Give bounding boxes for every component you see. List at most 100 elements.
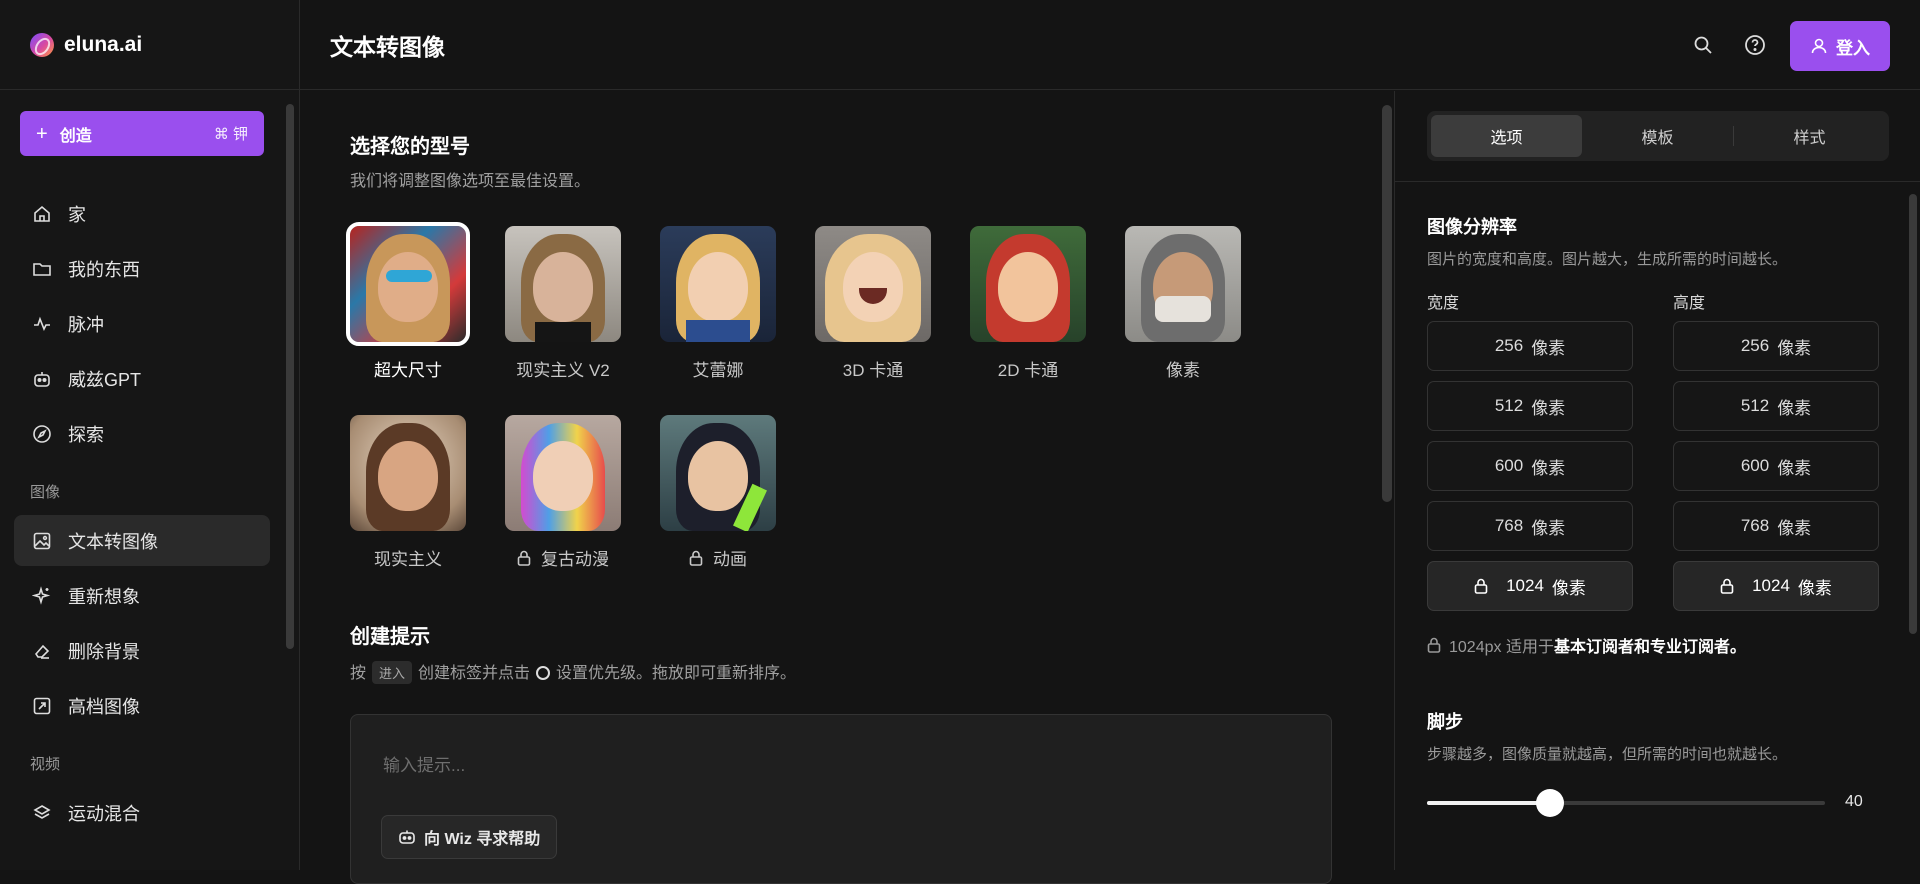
model-section-subtitle: 我们将调整图像选项至最佳设置。 bbox=[350, 173, 591, 190]
sidebar-item-home[interactable]: 家 bbox=[14, 188, 270, 239]
ask-wiz-button[interactable]: 向 Wiz 寻求帮助 bbox=[381, 815, 558, 859]
options-scrollbar[interactable] bbox=[1909, 194, 1917, 634]
sidebar-item-explore[interactable]: 探索 bbox=[14, 408, 270, 459]
model-label: 动画 bbox=[660, 545, 776, 570]
sidebar-item-my-stuff[interactable]: 我的东西 bbox=[14, 243, 270, 294]
pulse-icon bbox=[34, 316, 50, 331]
sidebar-item-motion-mix[interactable]: 运动混合 bbox=[14, 787, 270, 838]
prompt-input[interactable] bbox=[381, 755, 1281, 777]
option-unit: 像素 bbox=[1797, 578, 1832, 598]
model-card-retro-anime[interactable]: 复古动漫 bbox=[505, 415, 621, 570]
width-option-256[interactable]: 256 像素 bbox=[1427, 321, 1633, 371]
model-label: 现实主义 V2 bbox=[516, 361, 610, 380]
model-card-animation[interactable]: 动画 bbox=[660, 415, 776, 570]
steps-slider-thumb[interactable] bbox=[1536, 789, 1565, 817]
option-unit: 像素 bbox=[1531, 398, 1566, 418]
note-text: 1024px 适用于 bbox=[1449, 639, 1554, 656]
help-icon[interactable] bbox=[1744, 34, 1766, 56]
sidebar-item-pulse[interactable]: 脉冲 bbox=[14, 298, 270, 349]
model-thumbnail bbox=[505, 415, 621, 531]
login-button[interactable]: 登入 bbox=[1790, 21, 1890, 71]
model-label: 3D 卡通 bbox=[842, 361, 904, 380]
sidebar-item-wizgpt[interactable]: 威兹GPT bbox=[14, 353, 270, 404]
sidebar-item-text-to-image[interactable]: 文本转图像 bbox=[14, 515, 270, 566]
model-card-realism[interactable]: 现实主义 bbox=[350, 415, 466, 570]
option-value: 600 bbox=[1494, 456, 1524, 475]
steps-slider[interactable] bbox=[1427, 789, 1825, 817]
eraser-icon bbox=[34, 644, 50, 659]
tab-templates[interactable]: 模板 bbox=[1582, 115, 1733, 157]
sidebar-item-label: 探索 bbox=[68, 424, 104, 445]
model-card-elena[interactable]: 艾蕾娜 bbox=[660, 226, 776, 381]
model-label: 艾蕾娜 bbox=[692, 361, 744, 380]
height-option-768[interactable]: 768 像素 bbox=[1673, 501, 1879, 551]
width-option-512[interactable]: 512 像素 bbox=[1427, 381, 1633, 431]
option-value: 768 bbox=[1494, 516, 1524, 535]
resolution-subtitle: 图片的宽度和高度。图片越大，生成所需的时间越长。 bbox=[1427, 251, 1788, 268]
plus-icon: + bbox=[36, 122, 48, 145]
note-bold-text: 基本订阅者和专业订阅者。 bbox=[1553, 639, 1746, 656]
brand[interactable]: eluna.ai bbox=[0, 0, 299, 90]
width-option-768[interactable]: 768 像素 bbox=[1427, 501, 1633, 551]
option-value: 512 bbox=[1740, 396, 1770, 415]
sidebar-item-remove-background[interactable]: 删除背景 bbox=[14, 625, 270, 676]
height-option-256[interactable]: 256 像素 bbox=[1673, 321, 1879, 371]
model-label: 2D 卡通 bbox=[997, 361, 1059, 380]
main-content: 选择您的型号 我们将调整图像选项至最佳设置。 超大尺寸 现实主义 V2 艾蕾娜 bbox=[300, 91, 1392, 884]
model-card-pixel[interactable]: 像素 bbox=[1125, 226, 1241, 381]
height-option-600[interactable]: 600 像素 bbox=[1673, 441, 1879, 491]
enter-key-badge: 进入 bbox=[372, 661, 413, 684]
option-value: 1024 bbox=[1752, 576, 1790, 595]
main-scrollbar[interactable] bbox=[1382, 105, 1392, 502]
search-icon[interactable] bbox=[1692, 34, 1714, 56]
lock-icon bbox=[689, 550, 703, 566]
option-unit: 像素 bbox=[1531, 338, 1566, 358]
sidebar-scrollbar[interactable] bbox=[286, 104, 294, 649]
option-unit: 像素 bbox=[1551, 578, 1586, 598]
image-icon bbox=[33, 532, 51, 549]
tab-options[interactable]: 选项 bbox=[1431, 115, 1582, 157]
eluna-logo-icon bbox=[30, 32, 54, 57]
model-card-2d-cartoon[interactable]: 2D 卡通 bbox=[970, 226, 1086, 381]
sidebar-item-upscale[interactable]: 高档图像 bbox=[14, 680, 270, 731]
option-unit: 像素 bbox=[1777, 458, 1812, 478]
sidebar-item-label: 重新想象 bbox=[68, 586, 140, 607]
compass-icon bbox=[33, 424, 51, 443]
create-button[interactable]: + 创造 ⌘ 钾 bbox=[20, 111, 264, 156]
model-label: 超大尺寸 bbox=[374, 361, 442, 380]
option-value: 256 bbox=[1494, 336, 1524, 355]
steps-subtitle: 步骤越多，图像质量就越高，但所需的时间也就越长。 bbox=[1427, 746, 1788, 763]
lock-icon bbox=[1720, 578, 1734, 594]
panel-divider bbox=[1395, 181, 1920, 182]
model-label: 像素 bbox=[1166, 361, 1200, 380]
model-section-title: 选择您的型号 bbox=[350, 136, 470, 158]
option-unit: 像素 bbox=[1777, 518, 1812, 538]
sidebar-item-label: 我的东西 bbox=[68, 259, 140, 280]
resolution-title: 图像分辨率 bbox=[1427, 217, 1517, 237]
width-option-1024[interactable]: 1024 像素 bbox=[1427, 561, 1633, 611]
lock-icon bbox=[517, 550, 531, 566]
option-unit: 像素 bbox=[1531, 518, 1566, 538]
sidebar-item-reimagine[interactable]: 重新想象 bbox=[14, 570, 270, 621]
prompt-hint: 按进入 创建标签并点击 设置优先级。拖放即可重新排序。 bbox=[350, 659, 796, 684]
model-card-super-size[interactable]: 超大尺寸 bbox=[346, 222, 470, 381]
layers-icon bbox=[33, 804, 51, 819]
height-option-512[interactable]: 512 像素 bbox=[1673, 381, 1879, 431]
sidebar-item-label: 删除背景 bbox=[68, 641, 140, 662]
option-value: 512 bbox=[1494, 396, 1524, 415]
lock-icon bbox=[1474, 578, 1488, 594]
login-label: 登入 bbox=[1836, 38, 1870, 58]
width-label: 宽度 bbox=[1427, 295, 1460, 312]
model-card-3d-cartoon[interactable]: 3D 卡通 bbox=[815, 226, 931, 381]
tab-styles[interactable]: 样式 bbox=[1734, 115, 1885, 157]
width-option-600[interactable]: 600 像素 bbox=[1427, 441, 1633, 491]
height-option-1024[interactable]: 1024 像素 bbox=[1673, 561, 1879, 611]
sidebar: eluna.ai + 创造 ⌘ 钾 家 我的东西 脉冲 威兹GPT 探索 图像 bbox=[0, 0, 300, 870]
header: 文本转图像 登入 bbox=[300, 0, 1920, 90]
page-title: 文本转图像 bbox=[330, 33, 445, 60]
sidebar-item-label: 威兹GPT bbox=[68, 369, 142, 390]
model-thumbnail bbox=[350, 415, 466, 531]
upscale-icon bbox=[33, 697, 51, 714]
model-card-realism-v2[interactable]: 现实主义 V2 bbox=[505, 226, 621, 381]
steps-slider-fill bbox=[1427, 801, 1551, 805]
